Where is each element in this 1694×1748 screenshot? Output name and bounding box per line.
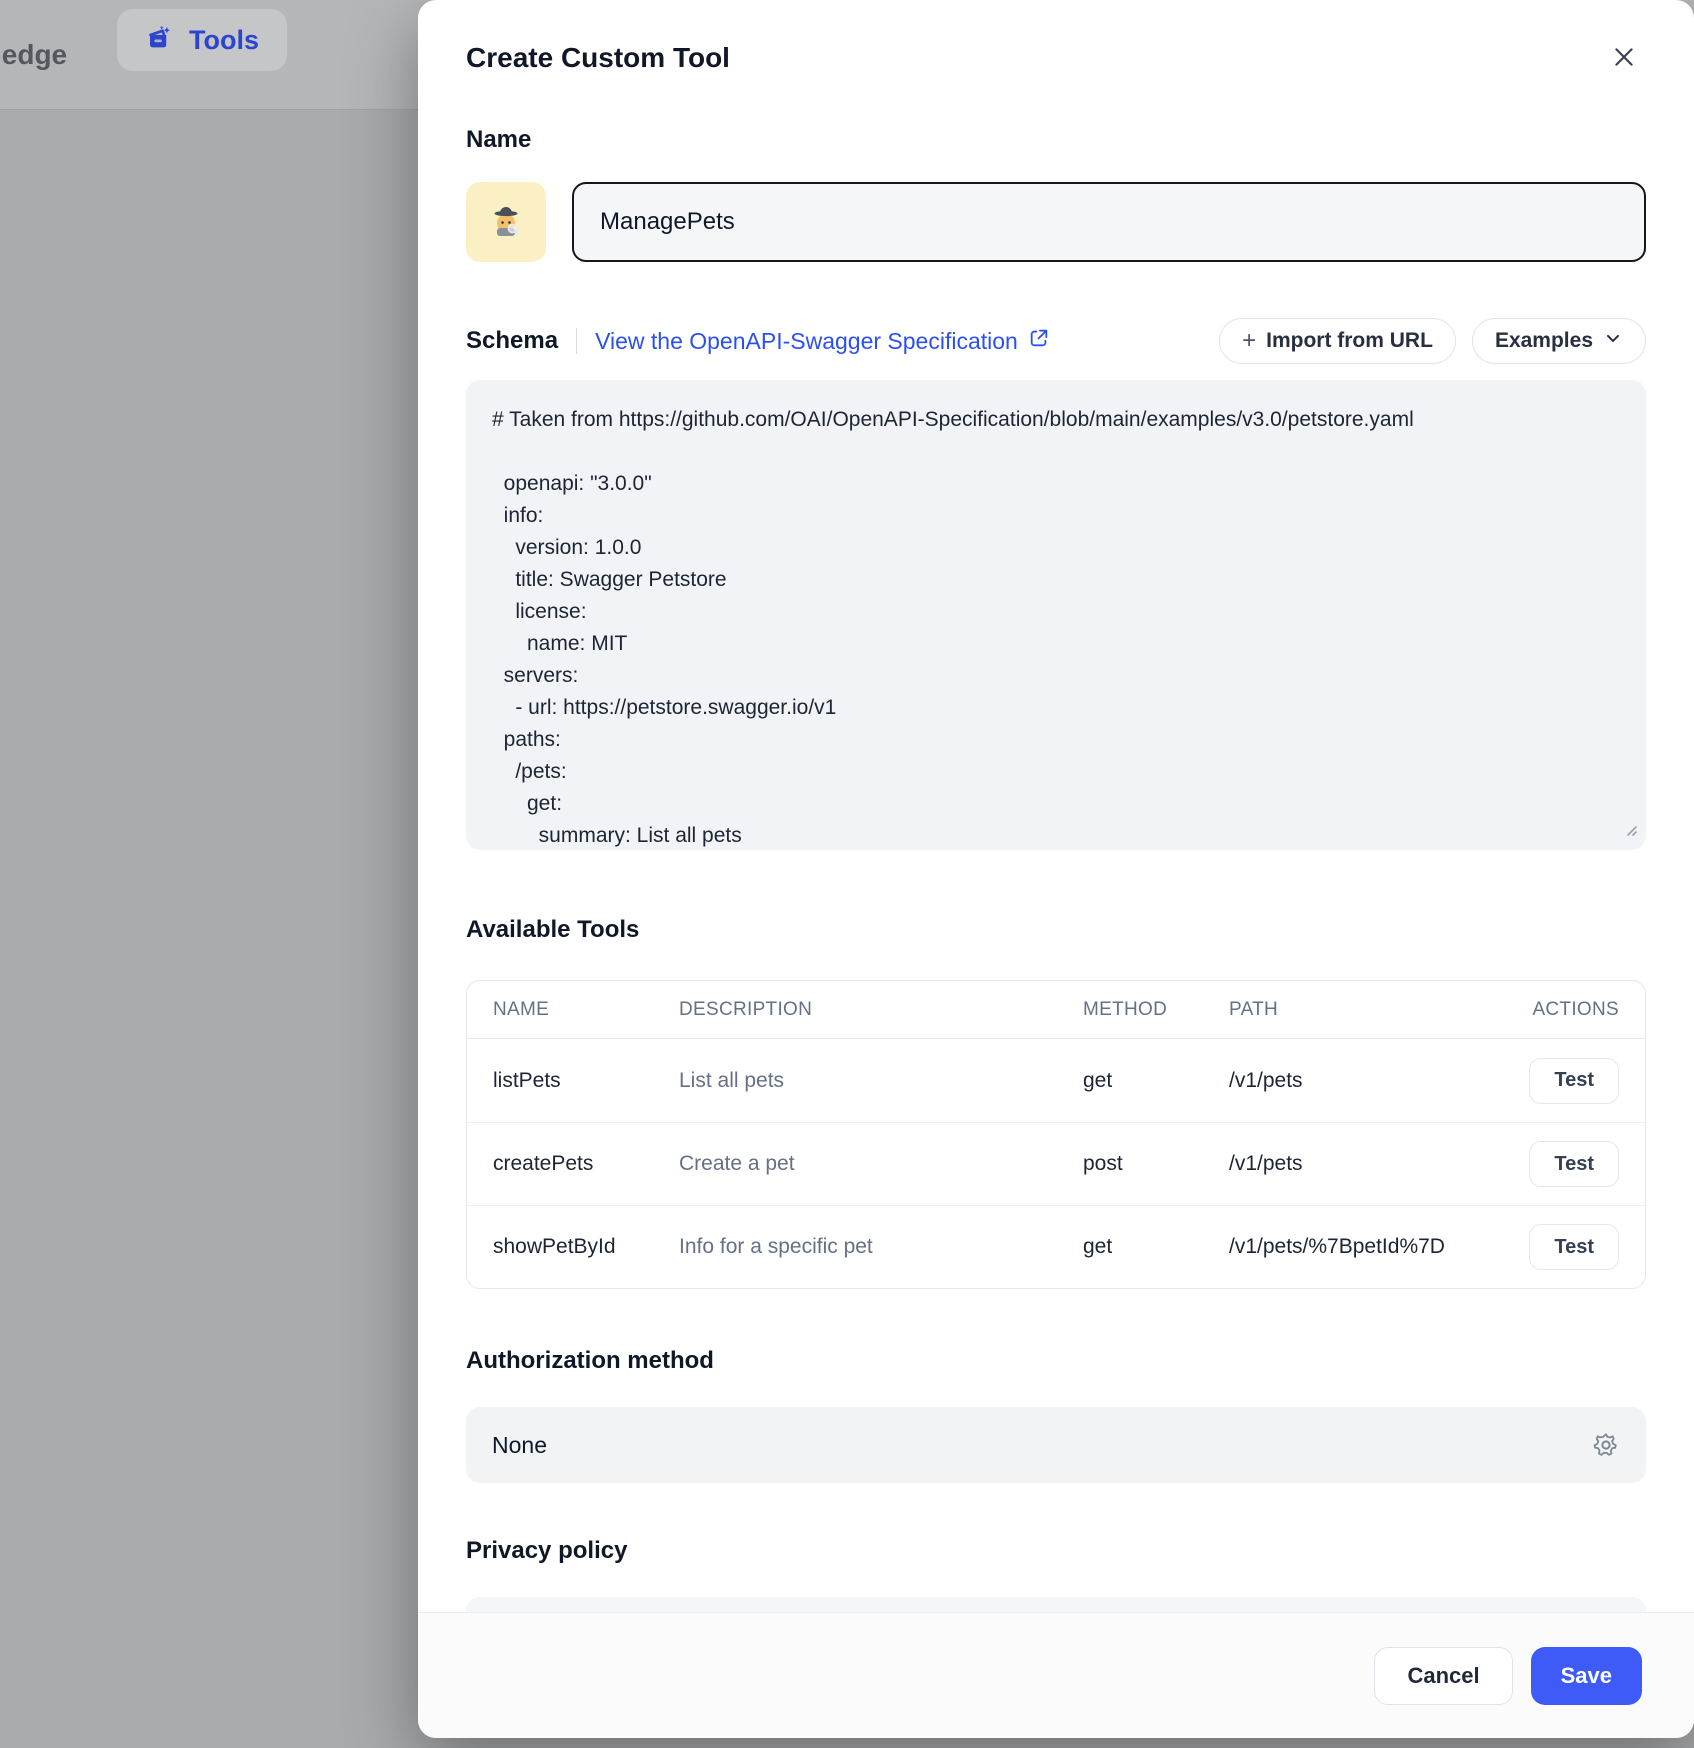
table-row: listPets List all pets get /v1/pets Test xyxy=(467,1039,1645,1122)
examples-dropdown-button[interactable]: Examples xyxy=(1472,318,1646,364)
modal-footer: Cancel Save xyxy=(418,1612,1694,1738)
create-custom-tool-modal: Create Custom Tool Name xyxy=(418,0,1694,1738)
save-button[interactable]: Save xyxy=(1531,1647,1642,1705)
tool-description: List all pets xyxy=(679,1069,1083,1093)
tool-path: /v1/pets xyxy=(1229,1152,1523,1176)
schema-label: Schema xyxy=(466,325,558,357)
test-button[interactable]: Test xyxy=(1529,1058,1619,1104)
available-tools-heading: Available Tools xyxy=(466,914,1646,946)
plus-icon: + xyxy=(1242,329,1256,353)
tab-tools[interactable]: Tools xyxy=(117,9,287,71)
schema-editor-container: # Taken from https://github.com/OAI/Open… xyxy=(466,380,1646,850)
table-row: showPetById Info for a specific pet get … xyxy=(467,1205,1645,1288)
external-link-icon xyxy=(1028,327,1050,355)
column-header-method: METHOD xyxy=(1083,999,1229,1021)
tool-path: /v1/pets xyxy=(1229,1069,1523,1093)
openapi-spec-link-label: View the OpenAPI-Swagger Specification xyxy=(595,328,1018,355)
schema-actions: + Import from URL Examples xyxy=(1219,318,1646,364)
tool-name: showPetById xyxy=(493,1235,679,1259)
import-from-url-label: Import from URL xyxy=(1266,329,1433,353)
cancel-button[interactable]: Cancel xyxy=(1374,1647,1512,1705)
detective-emoji-icon xyxy=(485,199,527,246)
column-header-name: NAME xyxy=(493,999,679,1021)
tool-name: listPets xyxy=(493,1069,679,1093)
column-header-description: DESCRIPTION xyxy=(679,999,1083,1021)
tool-method: get xyxy=(1083,1069,1229,1093)
resize-handle[interactable] xyxy=(1622,821,1638,842)
openapi-spec-link[interactable]: View the OpenAPI-Swagger Specification xyxy=(595,327,1050,355)
table-row: createPets Create a pet post /v1/pets Te… xyxy=(467,1122,1645,1205)
schema-row: Schema View the OpenAPI-Swagger Specific… xyxy=(466,318,1646,364)
available-tools-table: NAME DESCRIPTION METHOD PATH ACTIONS lis… xyxy=(466,980,1646,1289)
table-header-row: NAME DESCRIPTION METHOD PATH ACTIONS xyxy=(467,981,1645,1039)
close-button[interactable] xyxy=(1606,40,1642,76)
test-button[interactable]: Test xyxy=(1529,1224,1619,1270)
column-header-path: PATH xyxy=(1229,999,1523,1021)
modal-header: Create Custom Tool xyxy=(418,0,1694,78)
tool-name: createPets xyxy=(493,1152,679,1176)
import-from-url-button[interactable]: + Import from URL xyxy=(1219,318,1456,364)
column-header-actions: ACTIONS xyxy=(1523,999,1619,1021)
chevron-down-icon xyxy=(1603,328,1623,354)
nav-item-knowledge-partial[interactable]: ledge xyxy=(0,39,74,71)
tool-method: get xyxy=(1083,1235,1229,1259)
divider xyxy=(576,328,577,354)
emoji-picker-button[interactable] xyxy=(466,182,546,262)
name-label: Name xyxy=(466,124,1646,156)
tool-description: Info for a specific pet xyxy=(679,1235,1083,1259)
modal-body: Name xyxy=(418,78,1694,1612)
examples-label: Examples xyxy=(1495,329,1593,353)
name-input[interactable] xyxy=(572,182,1646,262)
privacy-policy-input-partial[interactable] xyxy=(466,1597,1646,1612)
tool-description: Create a pet xyxy=(679,1152,1083,1176)
tool-path: /v1/pets/%7BpetId%7D xyxy=(1229,1235,1523,1259)
gear-icon[interactable] xyxy=(1592,1431,1620,1459)
authorization-method-value: None xyxy=(492,1432,547,1459)
tools-icon xyxy=(145,23,175,58)
schema-textarea[interactable]: # Taken from https://github.com/OAI/Open… xyxy=(466,380,1646,850)
test-button[interactable]: Test xyxy=(1529,1141,1619,1187)
modal-title: Create Custom Tool xyxy=(466,38,1646,78)
name-row xyxy=(466,182,1646,262)
authorization-heading: Authorization method xyxy=(466,1345,1646,1377)
tool-method: post xyxy=(1083,1152,1229,1176)
authorization-method-field[interactable]: None xyxy=(466,1407,1646,1483)
privacy-policy-heading: Privacy policy xyxy=(466,1535,1646,1567)
close-icon xyxy=(1611,44,1637,73)
tab-tools-label: Tools xyxy=(189,25,259,56)
